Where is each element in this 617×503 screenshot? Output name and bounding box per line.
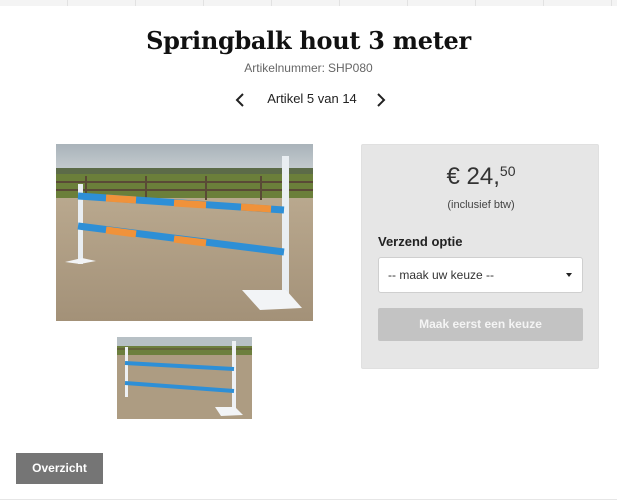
product-main-image[interactable] [56,144,313,321]
pager-text: Artikel 5 van 14 [267,91,357,106]
product-title: Springbalk hout 3 meter [146,26,471,55]
top-strip-segment [544,0,612,6]
chevron-right-icon[interactable] [371,90,391,110]
shipping-option-select[interactable]: -- maak uw keuze -- [378,257,583,293]
vat-note: (inclusief btw) [447,199,515,211]
shipping-select-value: -- maak uw keuze -- [388,268,495,282]
top-nav-strip [0,0,617,6]
overview-button[interactable]: Overzicht [16,453,103,484]
top-strip-segment [272,0,340,6]
sku-value: SHP080 [327,61,373,75]
shipping-option-label: Verzend optie [378,234,463,249]
top-strip-segment [136,0,204,6]
currency-symbol: € [446,163,460,190]
product-thumbnail-image[interactable] [117,337,252,419]
top-strip-segment [476,0,544,6]
purchase-panel: € 24,50 (inclusief btw) Verzend optie --… [361,144,599,369]
top-strip-segment [408,0,476,6]
caret-down-icon [566,273,572,277]
price-cents: 50 [499,163,516,179]
top-strip-segment [0,0,68,6]
bottom-divider [0,499,617,500]
add-to-cart-button[interactable]: Maak eerst een keuze [378,308,583,341]
top-strip-segment [204,0,272,6]
product-price: € 24,50 [362,163,600,191]
sku-label: Artikelnummer: [244,61,325,75]
top-strip-segment [68,0,136,6]
chevron-left-icon[interactable] [231,90,251,110]
top-strip-segment [340,0,408,6]
product-pager: Artikel 5 van 14 [0,90,617,110]
price-whole: 24, [466,163,500,190]
product-sku: Artikelnummer: SHP080 [0,61,617,75]
